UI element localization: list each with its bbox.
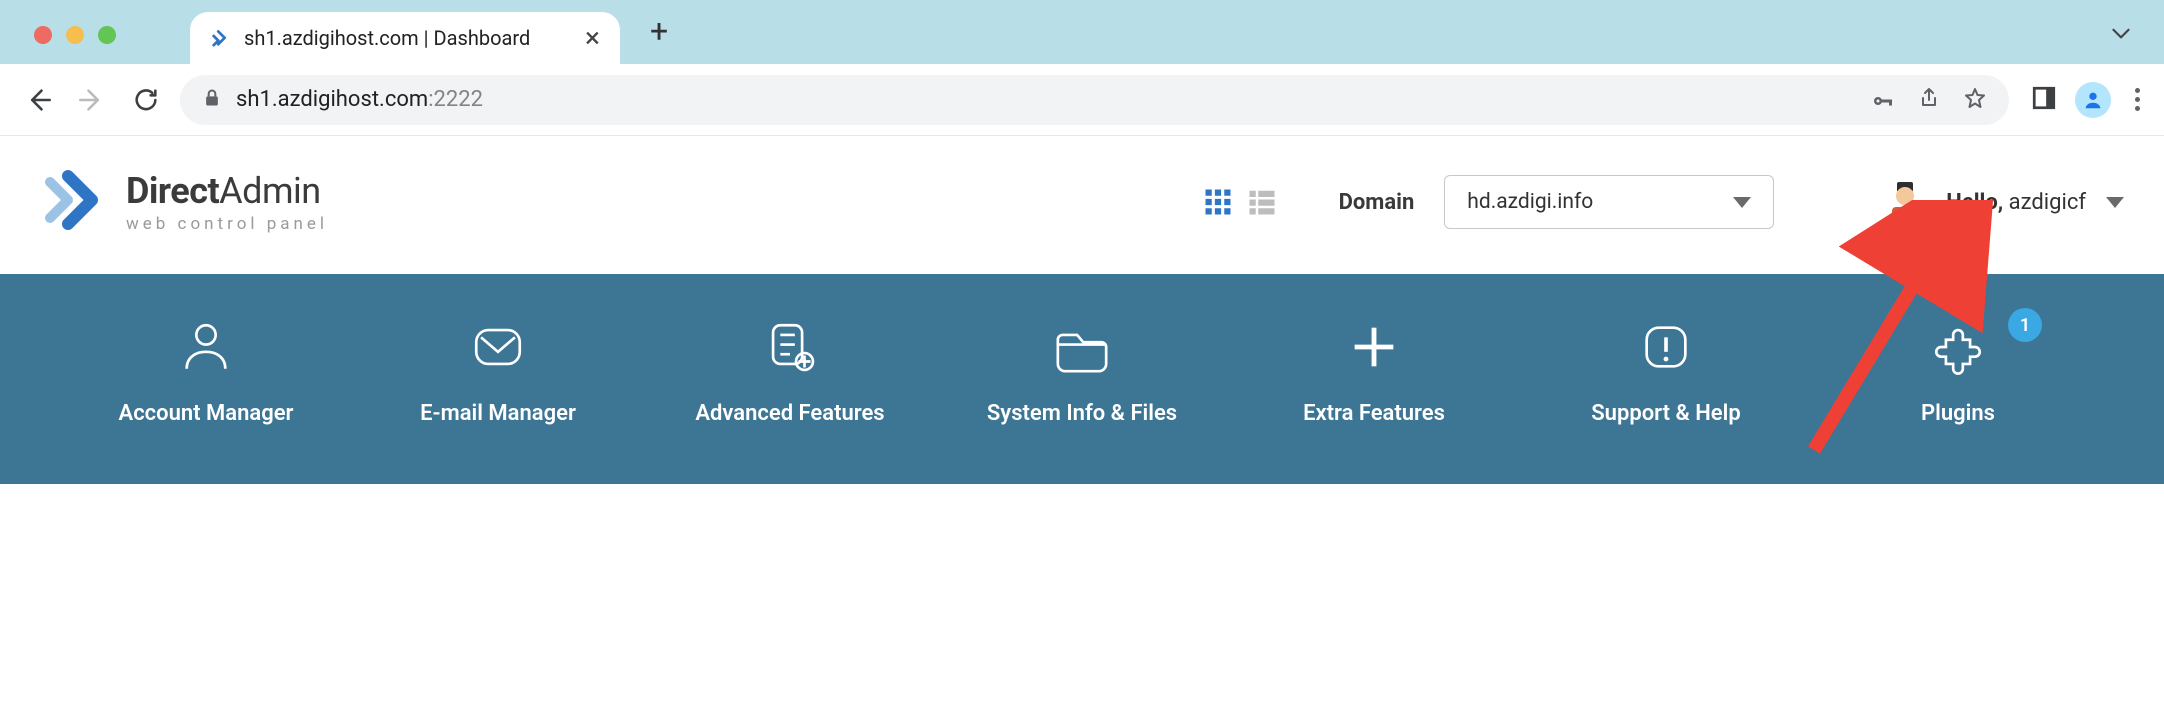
browser-tab-strip: sh1.azdigihost.com | Dashboard × +	[0, 0, 2164, 64]
plus-icon	[1345, 318, 1403, 376]
nav-system-info[interactable]: System Info & Files	[936, 318, 1228, 430]
nav-forward-button[interactable]	[72, 80, 112, 120]
nav-label: E-mail Manager	[420, 398, 576, 430]
toolbar-right	[2031, 82, 2146, 118]
chevron-down-icon	[1733, 197, 1751, 208]
user-greeting: Hello, azdigicf	[1946, 190, 2086, 215]
password-key-icon[interactable]	[1871, 86, 1895, 114]
bookmark-star-icon[interactable]	[1963, 86, 1987, 114]
puzzle-icon	[1929, 318, 1987, 376]
advanced-icon	[761, 318, 819, 376]
user-menu[interactable]: Hello, azdigicf	[1884, 179, 2124, 225]
nav-plugins[interactable]: 1 Plugins	[1812, 318, 2104, 430]
list-view-button[interactable]	[1245, 185, 1279, 219]
tab-title: sh1.azdigihost.com | Dashboard	[244, 26, 530, 50]
url-port: :2222	[428, 87, 483, 112]
lock-icon	[202, 88, 222, 112]
reading-list-icon[interactable]	[2031, 85, 2057, 115]
nav-label: Advanced Features	[695, 398, 884, 430]
brand-subtitle: web control panel	[126, 214, 328, 234]
logo-text: DirectAdmin web control panel	[126, 170, 328, 234]
nav-email-manager[interactable]: E-mail Manager	[352, 318, 644, 430]
chevron-down-icon	[2106, 197, 2124, 208]
domain-select[interactable]: hd.azdigi.info	[1444, 175, 1774, 229]
nav-support-help[interactable]: Support & Help	[1520, 318, 1812, 430]
profile-avatar[interactable]	[2075, 82, 2111, 118]
browser-tab[interactable]: sh1.azdigihost.com | Dashboard ×	[190, 12, 620, 64]
tab-favicon	[210, 25, 232, 51]
tab-search-chevron[interactable]	[2108, 20, 2134, 50]
logo-icon	[40, 166, 108, 238]
url-text: sh1.azdigihost.com:2222	[236, 87, 483, 112]
app-header: DirectAdmin web control panel	[0, 136, 2164, 274]
nav-label: Plugins	[1921, 398, 1995, 430]
main-nav: Account Manager E-mail Manager Advanced …	[0, 274, 2164, 484]
window-controls	[34, 26, 116, 44]
new-tab-button[interactable]: +	[650, 12, 668, 50]
window-maximize-button[interactable]	[98, 26, 116, 44]
plugins-badge: 1	[2008, 308, 2042, 342]
tab-close-icon[interactable]: ×	[585, 24, 600, 52]
user-avatar-icon	[1884, 179, 1926, 225]
domain-label: Domain	[1339, 190, 1415, 215]
email-icon	[469, 318, 527, 376]
app-logo[interactable]: DirectAdmin web control panel	[40, 166, 328, 238]
grid-view-button[interactable]	[1201, 185, 1235, 219]
domain-selected-value: hd.azdigi.info	[1467, 190, 1593, 214]
nav-extra-features[interactable]: Extra Features	[1228, 318, 1520, 430]
share-icon[interactable]	[1917, 86, 1941, 114]
nav-reload-button[interactable]	[126, 80, 166, 120]
window-close-button[interactable]	[34, 26, 52, 44]
nav-label: Account Manager	[119, 398, 294, 430]
folder-icon	[1053, 318, 1111, 376]
browser-menu-button[interactable]	[2129, 88, 2146, 111]
nav-account-manager[interactable]: Account Manager	[60, 318, 352, 430]
address-bar[interactable]: sh1.azdigihost.com:2222	[180, 75, 2009, 125]
nav-label: System Info & Files	[987, 398, 1177, 430]
brand-name: DirectAdmin	[126, 170, 328, 212]
alert-icon	[1637, 318, 1695, 376]
view-mode-toggle	[1201, 185, 1279, 219]
nav-advanced-features[interactable]: Advanced Features	[644, 318, 936, 430]
address-bar-actions	[1871, 86, 1987, 114]
nav-back-button[interactable]	[18, 80, 58, 120]
nav-label: Extra Features	[1303, 398, 1445, 430]
account-icon	[177, 318, 235, 376]
header-right: Domain hd.azdigi.info Hello, azdigicf	[1201, 175, 2124, 229]
url-host: sh1.azdigihost.com	[236, 87, 428, 112]
nav-label: Support & Help	[1591, 398, 1740, 430]
window-minimize-button[interactable]	[66, 26, 84, 44]
browser-toolbar: sh1.azdigihost.com:2222	[0, 64, 2164, 136]
